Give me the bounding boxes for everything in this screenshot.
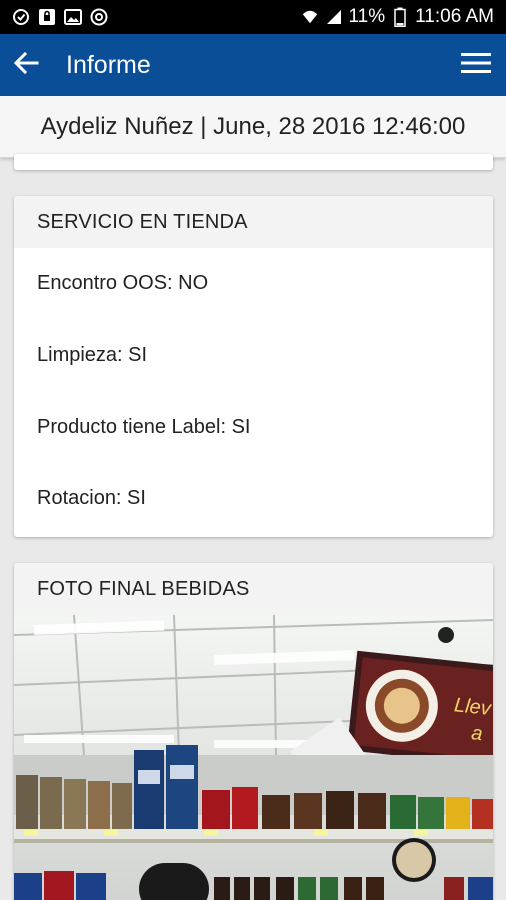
back-arrow-icon bbox=[13, 51, 39, 80]
service-card-title: SERVICIO EN TIENDA bbox=[14, 196, 493, 248]
clock: 11:06 AM bbox=[415, 6, 494, 27]
oos-row: Encontro OOS: NO bbox=[37, 272, 209, 294]
wifi-icon bbox=[301, 8, 319, 26]
service-card: SERVICIO EN TIENDA Encontro OOS: NO Limp… bbox=[14, 196, 493, 537]
cleaning-row: Limpieza: SI bbox=[37, 344, 148, 366]
at-sign-icon bbox=[90, 8, 108, 26]
lock-shield-icon bbox=[38, 8, 56, 26]
previous-card bbox=[14, 154, 493, 170]
page-title: Informe bbox=[66, 50, 151, 79]
notification-icons bbox=[12, 8, 108, 26]
notification-icon bbox=[12, 8, 30, 26]
sign-text: Llev bbox=[453, 694, 493, 720]
rotation-row: Rotacion: SI bbox=[37, 487, 146, 509]
battery-icon bbox=[391, 7, 409, 27]
app-bar: Informe bbox=[0, 34, 506, 96]
author-date-label: Aydeliz Nuñez | June, 28 2016 12:46:00 bbox=[40, 112, 466, 140]
photo-card: FOTO FINAL BEBIDAS Llev a bbox=[14, 563, 493, 900]
signal-icon bbox=[325, 8, 343, 26]
report-subtitle: Aydeliz Nuñez | June, 28 2016 12:46:00 bbox=[0, 96, 506, 158]
image-icon bbox=[64, 8, 82, 26]
sign-text-2: a bbox=[470, 722, 483, 745]
menu-button[interactable] bbox=[456, 45, 496, 85]
photo-card-title: FOTO FINAL BEBIDAS bbox=[14, 563, 493, 615]
label-row: Producto tiene Label: SI bbox=[37, 416, 251, 438]
status-bar: 11% 11:06 AM bbox=[0, 0, 506, 34]
system-status: 11% 11:06 AM bbox=[301, 6, 494, 28]
store-shelf-photo[interactable]: Llev a bbox=[14, 615, 493, 900]
back-button[interactable] bbox=[4, 43, 48, 87]
hamburger-menu-icon bbox=[461, 51, 491, 80]
battery-percent: 11% bbox=[348, 6, 386, 27]
